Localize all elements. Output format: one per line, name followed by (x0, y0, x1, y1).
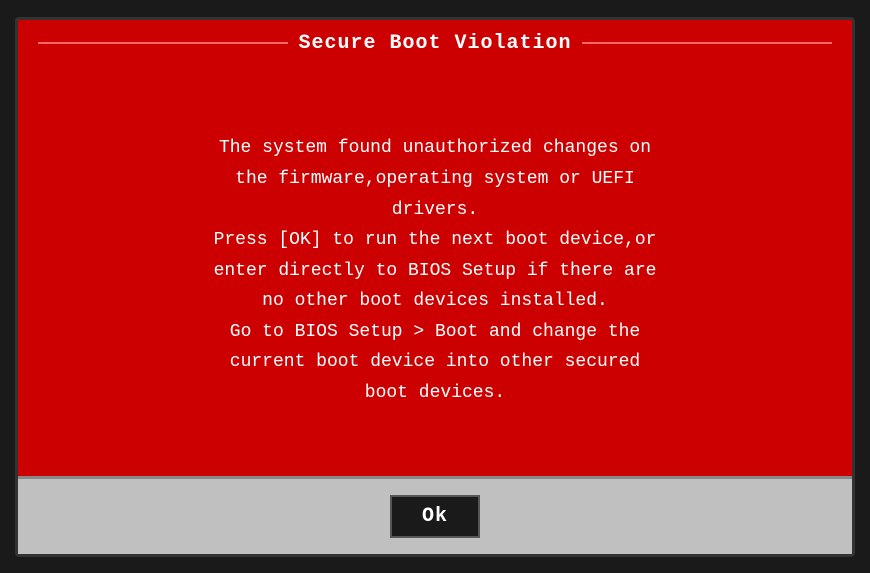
message-line4: Press [OK] to run the next boot device,o… (214, 230, 657, 250)
message-line3: drivers. (392, 200, 478, 220)
message-text: The system found unauthorized changes on… (214, 133, 657, 408)
secure-boot-dialog: Secure Boot Violation The system found u… (15, 17, 855, 557)
message-line7: Go to BIOS Setup > Boot and change the (230, 322, 640, 342)
message-line2: the firmware,operating system or UEFI (235, 169, 635, 189)
button-area: Ok (18, 476, 852, 554)
message-line5: enter directly to BIOS Setup if there ar… (214, 261, 657, 281)
ok-button[interactable]: Ok (390, 495, 480, 538)
message-line1: The system found unauthorized changes on (219, 138, 651, 158)
message-line6: no other boot devices installed. (262, 291, 608, 311)
message-line9: boot devices. (365, 383, 505, 403)
message-line8: current boot device into other secured (230, 352, 640, 372)
title-bar: Secure Boot Violation (18, 20, 852, 67)
dialog-title: Secure Boot Violation (298, 32, 571, 55)
message-area: The system found unauthorized changes on… (18, 67, 852, 476)
